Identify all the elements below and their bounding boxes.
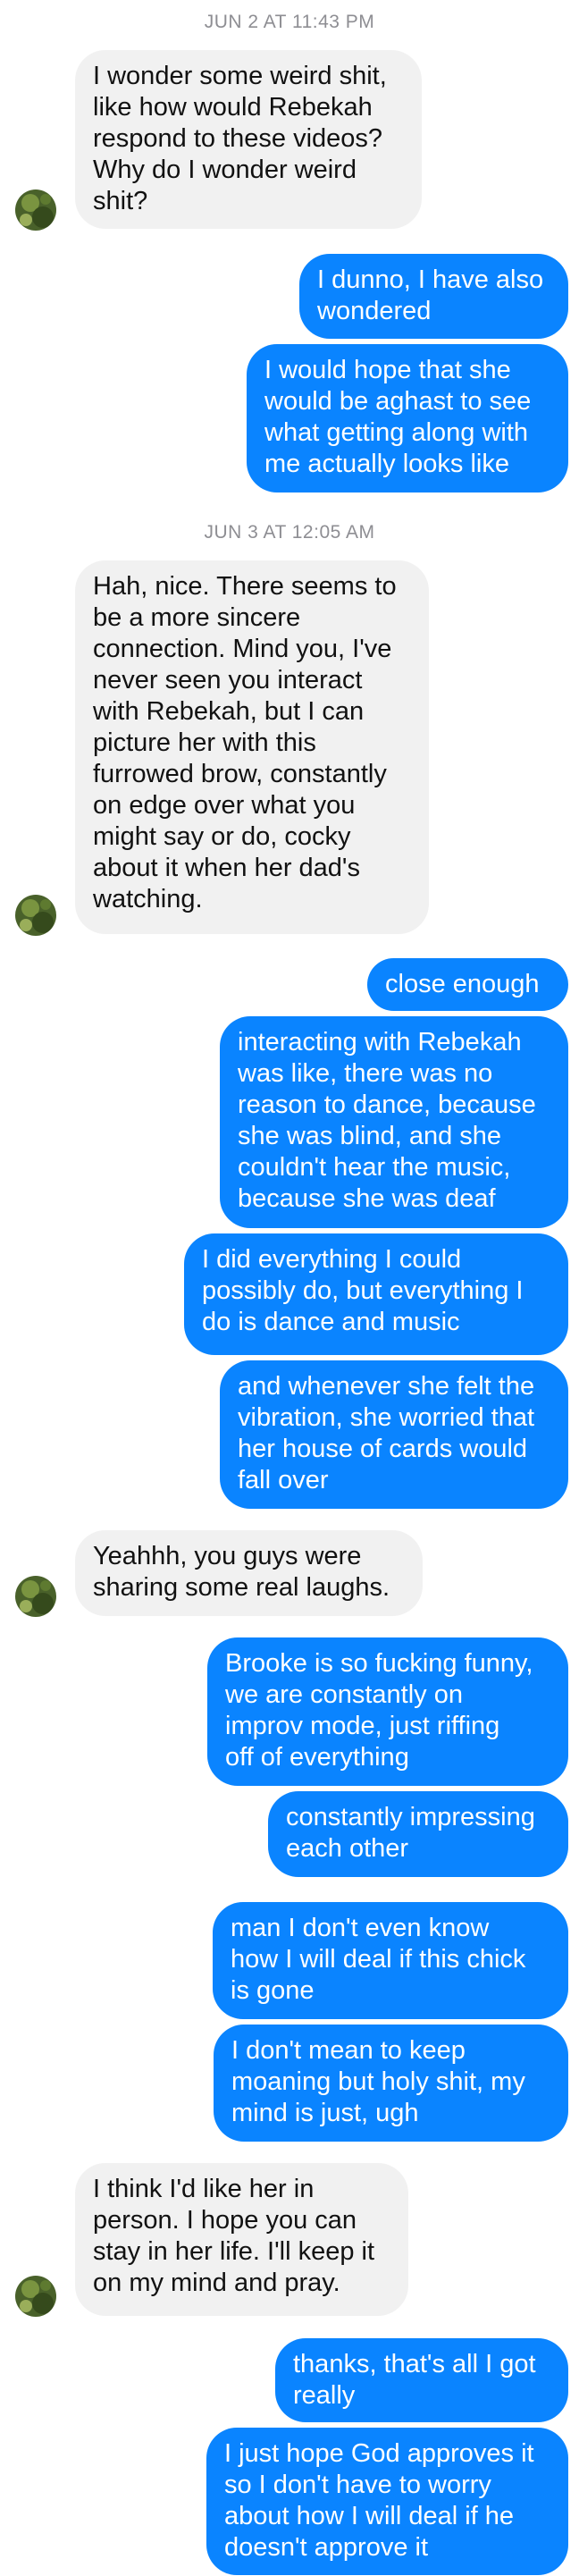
incoming-message[interactable]: Hah, nice. There seems to be a more sinc… — [75, 560, 429, 934]
outgoing-message[interactable]: thanks, that's all I got really — [275, 2338, 568, 2422]
outgoing-message[interactable]: I dunno, I have also wondered — [299, 254, 568, 339]
outgoing-message[interactable]: I would hope that she would be aghast to… — [247, 344, 568, 492]
incoming-message[interactable]: I wonder some weird shit, like how would… — [75, 50, 422, 229]
timestamp: JUN 2 AT 11:43 PM — [204, 12, 375, 32]
outgoing-message[interactable]: Brooke is so fucking funny, we are const… — [207, 1637, 568, 1786]
outgoing-message[interactable]: I did everything I could possibly do, bu… — [184, 1233, 568, 1355]
outgoing-message[interactable]: I just hope God approves it so I don't h… — [206, 2428, 568, 2575]
outgoing-message[interactable]: man I don't even know how I will deal if… — [213, 1902, 568, 2019]
outgoing-message[interactable]: constantly impressing each other — [268, 1791, 568, 1877]
incoming-message[interactable]: I think I'd like her in person. I hope y… — [75, 2163, 408, 2316]
contact-avatar-icon[interactable] — [15, 189, 56, 231]
outgoing-message[interactable]: and whenever she felt the vibration, she… — [220, 1360, 568, 1509]
message-thread[interactable]: JUN 2 AT 11:43 PM I wonder some weird sh… — [0, 0, 579, 2576]
incoming-message[interactable]: Yeahhh, you guys were sharing some real … — [75, 1530, 423, 1616]
contact-avatar-icon[interactable] — [15, 895, 56, 936]
outgoing-message[interactable]: close enough — [367, 958, 568, 1011]
outgoing-message[interactable]: interacting with Rebekah was like, there… — [220, 1016, 568, 1228]
contact-avatar-icon[interactable] — [15, 2276, 56, 2317]
outgoing-message[interactable]: I don't mean to keep moaning but holy sh… — [214, 2025, 568, 2142]
timestamp: JUN 3 AT 12:05 AM — [204, 522, 375, 543]
contact-avatar-icon[interactable] — [15, 1576, 56, 1617]
